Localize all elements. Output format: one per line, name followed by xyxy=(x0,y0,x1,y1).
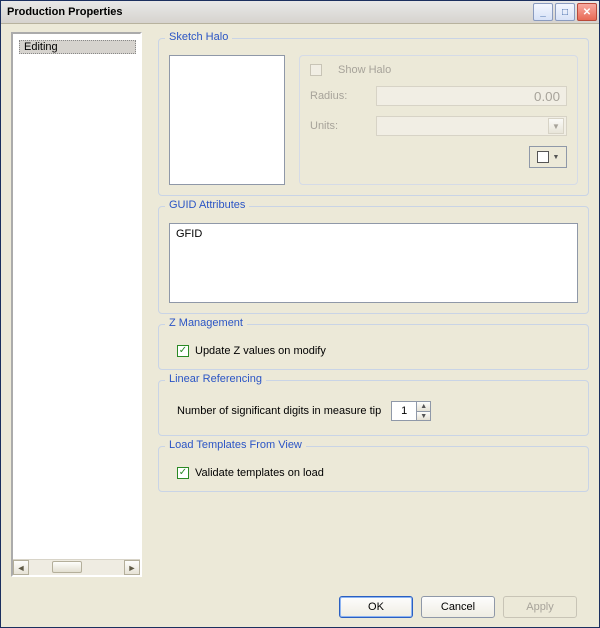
minimize-button[interactable]: _ xyxy=(533,3,553,21)
show-halo-row: Show Halo xyxy=(310,64,567,76)
show-halo-label: Show Halo xyxy=(338,64,391,76)
halo-options: Show Halo Radius: Units: ▼ xyxy=(299,55,578,185)
client-area: Editing ◄ ► Sketch Halo xyxy=(1,24,599,627)
color-swatch xyxy=(537,151,549,163)
tree-horizontal-scrollbar[interactable]: ◄ ► xyxy=(13,559,140,575)
radius-input xyxy=(376,86,567,106)
maximize-button[interactable]: □ xyxy=(555,3,575,21)
scroll-right-button[interactable]: ► xyxy=(124,560,140,575)
group-legend: Z Management xyxy=(165,317,247,329)
minimize-icon: _ xyxy=(540,7,546,18)
group-legend: Sketch Halo xyxy=(165,31,232,43)
spin-up-button[interactable]: ▲ xyxy=(416,402,430,411)
group-legend: Linear Referencing xyxy=(165,373,266,385)
validate-checkbox[interactable]: ✓ xyxy=(177,467,189,479)
tree-item-editing[interactable]: Editing xyxy=(19,40,136,54)
dialog-window: Production Properties _ □ ✕ Editing ◄ ► … xyxy=(0,0,600,628)
show-halo-checkbox[interactable] xyxy=(310,64,322,76)
group-legend: Load Templates From View xyxy=(165,439,306,451)
group-z-management: Z Management ✓ Update Z values on modify xyxy=(158,324,589,370)
group-guid-attributes: GUID Attributes GFID xyxy=(158,206,589,314)
group-legend: GUID Attributes xyxy=(165,199,249,211)
units-combobox: ▼ xyxy=(376,116,567,136)
chevron-down-icon: ▼ xyxy=(548,118,564,134)
maximize-icon: □ xyxy=(562,7,568,18)
update-z-label: Update Z values on modify xyxy=(195,345,326,357)
spin-down-button[interactable]: ▼ xyxy=(416,411,430,420)
scroll-left-button[interactable]: ◄ xyxy=(13,560,29,575)
units-label: Units: xyxy=(310,120,366,132)
titlebar-buttons: _ □ ✕ xyxy=(533,3,597,21)
guid-listbox[interactable]: GFID xyxy=(169,223,578,303)
dialog-button-bar: OK Cancel Apply xyxy=(11,587,589,627)
window-title: Production Properties xyxy=(7,6,533,18)
chevron-down-icon: ▼ xyxy=(553,154,560,161)
scroll-thumb[interactable] xyxy=(52,561,82,573)
group-load-templates: Load Templates From View ✓ Validate temp… xyxy=(158,446,589,492)
digits-label: Number of significant digits in measure … xyxy=(177,405,381,417)
halo-preview-list[interactable] xyxy=(169,55,285,185)
update-z-checkbox[interactable]: ✓ xyxy=(177,345,189,357)
group-linear-referencing: Linear Referencing Number of significant… xyxy=(158,380,589,436)
group-sketch-halo: Sketch Halo Show Halo Radius: xyxy=(158,38,589,196)
close-icon: ✕ xyxy=(583,7,591,18)
halo-color-button[interactable]: ▼ xyxy=(529,146,567,168)
digits-input[interactable] xyxy=(392,402,416,420)
digits-spinner[interactable]: ▲ ▼ xyxy=(391,401,431,421)
cancel-button[interactable]: Cancel xyxy=(421,596,495,618)
scroll-track[interactable] xyxy=(30,560,123,575)
apply-button[interactable]: Apply xyxy=(503,596,577,618)
ok-button[interactable]: OK xyxy=(339,596,413,618)
validate-label: Validate templates on load xyxy=(195,467,324,479)
radius-label: Radius: xyxy=(310,90,366,102)
titlebar[interactable]: Production Properties _ □ ✕ xyxy=(1,1,599,24)
list-item[interactable]: GFID xyxy=(176,228,571,240)
close-button[interactable]: ✕ xyxy=(577,3,597,21)
settings-panel: Sketch Halo Show Halo Radius: xyxy=(158,32,589,587)
category-tree[interactable]: Editing ◄ ► xyxy=(11,32,142,577)
